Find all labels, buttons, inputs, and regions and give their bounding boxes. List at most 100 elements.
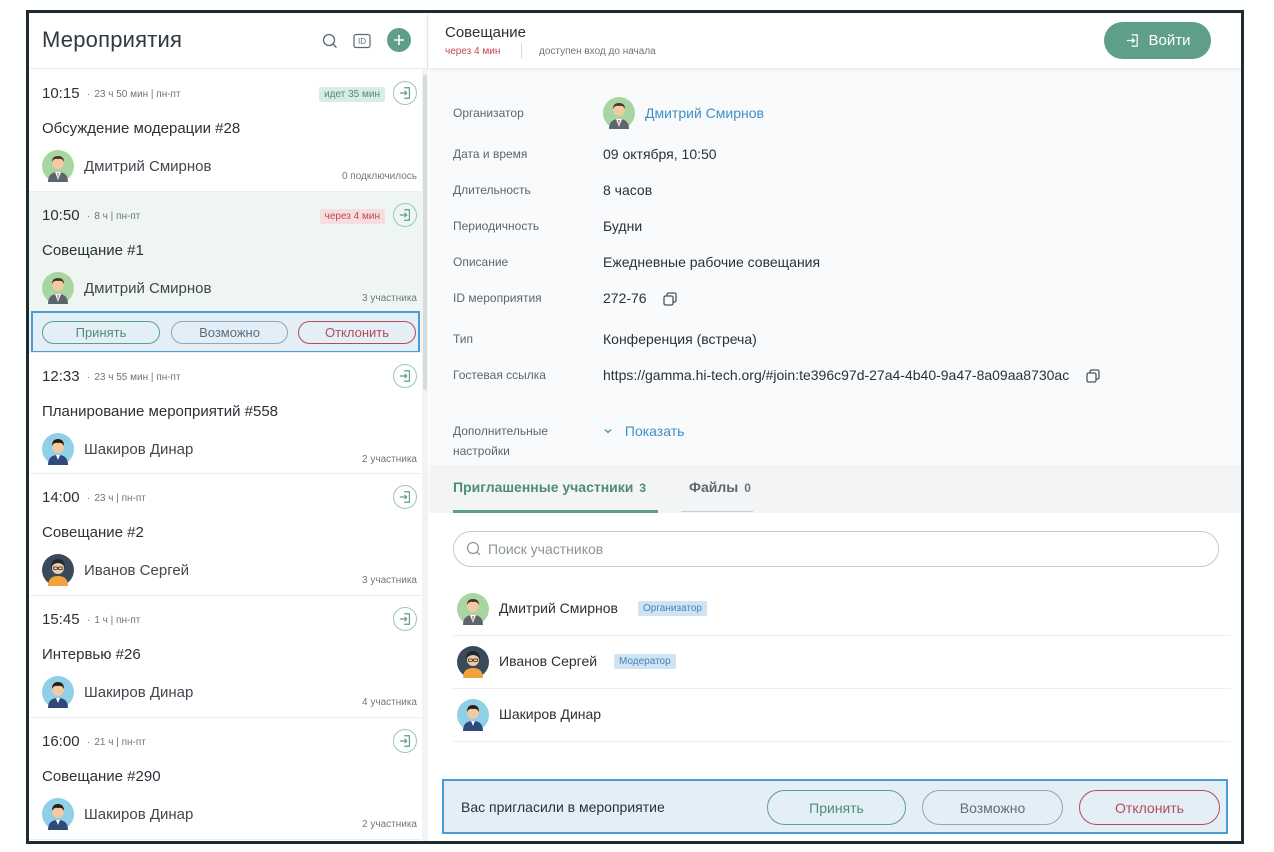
guest-link-value: https://gamma.hi-tech.org/#join:te396c97…	[603, 367, 1101, 384]
plus-icon[interactable]	[387, 28, 411, 52]
enter-icon[interactable]	[393, 729, 417, 753]
avatar	[42, 798, 74, 830]
details-info: Организатор Дмитрий Смирнов Дата и время…	[429, 68, 1241, 465]
event-title: Интервью #26	[42, 646, 141, 663]
participant-row[interactable]: Иванов Сергей Модератор	[453, 636, 1231, 689]
extra-settings-label: Дополнительные настройки	[453, 424, 548, 458]
type-label: Тип	[453, 332, 474, 346]
decline-button[interactable]: Отклонить	[298, 321, 416, 344]
event-title: Планирование мероприятий #558	[42, 403, 279, 420]
avatar	[42, 433, 74, 465]
events-panel: Мероприятия ID 10:15 · 23 ч 50 мин | пн-п…	[29, 13, 428, 841]
avatar	[457, 699, 489, 731]
enter-icon	[1125, 33, 1140, 48]
show-toggle[interactable]: Показать	[603, 423, 684, 439]
invite-bar: Вас пригласили в мероприятие Принять Воз…	[442, 779, 1228, 834]
participant-row[interactable]: Шакиров Динар	[453, 689, 1231, 742]
avatar	[457, 646, 489, 678]
show-toggle-label: Показать	[624, 423, 685, 439]
event-time: 14:00	[42, 489, 80, 506]
participant-name: Иванов Сергей	[499, 653, 598, 669]
copy-icon[interactable]	[1085, 368, 1101, 384]
guest-link-label: Гостевая ссылка	[453, 368, 546, 382]
event-title: Совещание #1	[42, 242, 144, 259]
event-time: 10:15	[42, 85, 80, 102]
participant-row[interactable]: Дмитрий Смирнов Организатор	[453, 583, 1231, 636]
accept-button[interactable]: Принять	[42, 321, 160, 344]
avatar	[42, 272, 74, 304]
tab-participants-count: 3	[639, 481, 647, 495]
join-button[interactable]: Войти	[1104, 22, 1211, 59]
accept-button[interactable]: Принять	[767, 790, 906, 825]
app-window: Мероприятия ID 10:15 · 23 ч 50 мин | пн-п…	[26, 10, 1244, 844]
enter-icon[interactable]	[393, 485, 417, 509]
id-icon-label: ID	[358, 36, 366, 46]
tab-divider	[681, 511, 753, 512]
event-meta-text: 23 ч 55 мин | пн-пт	[94, 372, 181, 383]
period-value: Будни	[603, 218, 643, 234]
event-meta-text: 21 ч | пн-пт	[94, 737, 146, 748]
status-badge: идет 35 мин	[319, 87, 385, 102]
chevron-down-icon	[604, 429, 612, 434]
search-input[interactable]	[488, 532, 1208, 566]
join-button-label: Войти	[1148, 32, 1191, 49]
event-time: 16:00	[42, 733, 80, 750]
list-item[interactable]: 14:00 · 23 ч | пн-пт Совещание #2 Иванов …	[29, 474, 422, 596]
event-count: 2 участника	[362, 819, 417, 830]
divider	[521, 43, 522, 59]
tabs: Приглашенные участники 3 Файлы 0	[429, 465, 1241, 513]
scrollbar-thumb[interactable]	[423, 75, 427, 390]
datetime-label: Дата и время	[453, 147, 528, 161]
tab-participants-label: Приглашенные участники	[453, 479, 634, 495]
event-meta-text: 23 ч 50 мин | пн-пт	[94, 89, 181, 100]
search-icon[interactable]	[319, 30, 341, 52]
list-item[interactable]: 12:33 · 23 ч 55 мин | пн-пт Планирование …	[29, 352, 422, 474]
page-title: Мероприятия	[42, 27, 183, 52]
details-title: Совещание	[445, 24, 527, 41]
avatar	[42, 150, 74, 182]
period-label: Периодичность	[453, 219, 540, 233]
maybe-button[interactable]: Возможно	[922, 790, 1063, 825]
event-meta-text: 1 ч | пн-пт	[94, 615, 141, 626]
event-title: Совещание #290	[42, 768, 161, 785]
event-id-label: ID мероприятия	[453, 291, 542, 305]
guest-link-text[interactable]: https://gamma.hi-tech.org/#join:te396c97…	[603, 367, 1069, 383]
participant-name: Дмитрий Смирнов	[499, 600, 618, 616]
enter-icon[interactable]	[393, 81, 417, 105]
event-count: 2 участника	[362, 454, 417, 465]
tab-files[interactable]: Файлы 0	[689, 479, 751, 495]
list-item[interactable]: 16:00 · 21 ч | пн-пт Совещание #290 Шакир…	[29, 718, 422, 840]
event-title: Совещание #2	[42, 524, 144, 541]
events-header: Мероприятия ID	[29, 13, 427, 69]
decline-button[interactable]: Отклонить	[1079, 790, 1220, 825]
event-organizer: Шакиров Динар	[84, 806, 194, 823]
enter-icon[interactable]	[393, 607, 417, 631]
event-id-text: 272-76	[603, 290, 647, 306]
search-icon	[466, 541, 481, 556]
event-count: 3 участника	[362, 575, 417, 586]
type-value: Конференция (встреча)	[603, 331, 757, 347]
enter-icon[interactable]	[393, 364, 417, 388]
id-icon[interactable]: ID	[351, 30, 373, 52]
event-count: 4 участника	[362, 697, 417, 708]
maybe-button[interactable]: Возможно	[171, 321, 288, 344]
description-value: Ежедневные рабочие совещания	[603, 254, 821, 270]
role-badge: Организатор	[638, 601, 707, 616]
list-item[interactable]: 10:15 · 23 ч 50 мин | пн-пт идет 35 мин О…	[29, 70, 422, 192]
copy-icon[interactable]	[662, 291, 678, 307]
event-organizer: Дмитрий Смирнов	[84, 158, 212, 175]
event-organizer: Шакиров Динар	[84, 441, 194, 458]
events-list: 10:15 · 23 ч 50 мин | пн-пт идет 35 мин О…	[29, 70, 422, 841]
avatar	[603, 97, 635, 129]
tab-participants[interactable]: Приглашенные участники 3	[453, 479, 646, 495]
list-item[interactable]: 15:45 · 1 ч | пн-пт Интервью #26 Шакиров …	[29, 596, 422, 718]
duration-label: Длительность	[453, 183, 531, 197]
event-time: 12:33	[42, 368, 80, 385]
avatar	[457, 593, 489, 625]
list-item-active[interactable]: 10:50 · 8 ч | пн-пт через 4 мин Совещание…	[29, 192, 422, 353]
duration-value: 8 часов	[603, 182, 653, 198]
organizer-link[interactable]: Дмитрий Смирнов	[645, 105, 764, 121]
details-header: Совещание через 4 мин доступен вход до н…	[429, 13, 1241, 68]
enter-icon[interactable]	[393, 203, 417, 227]
event-meta: · 23 ч 50 мин | пн-пт	[87, 89, 181, 100]
